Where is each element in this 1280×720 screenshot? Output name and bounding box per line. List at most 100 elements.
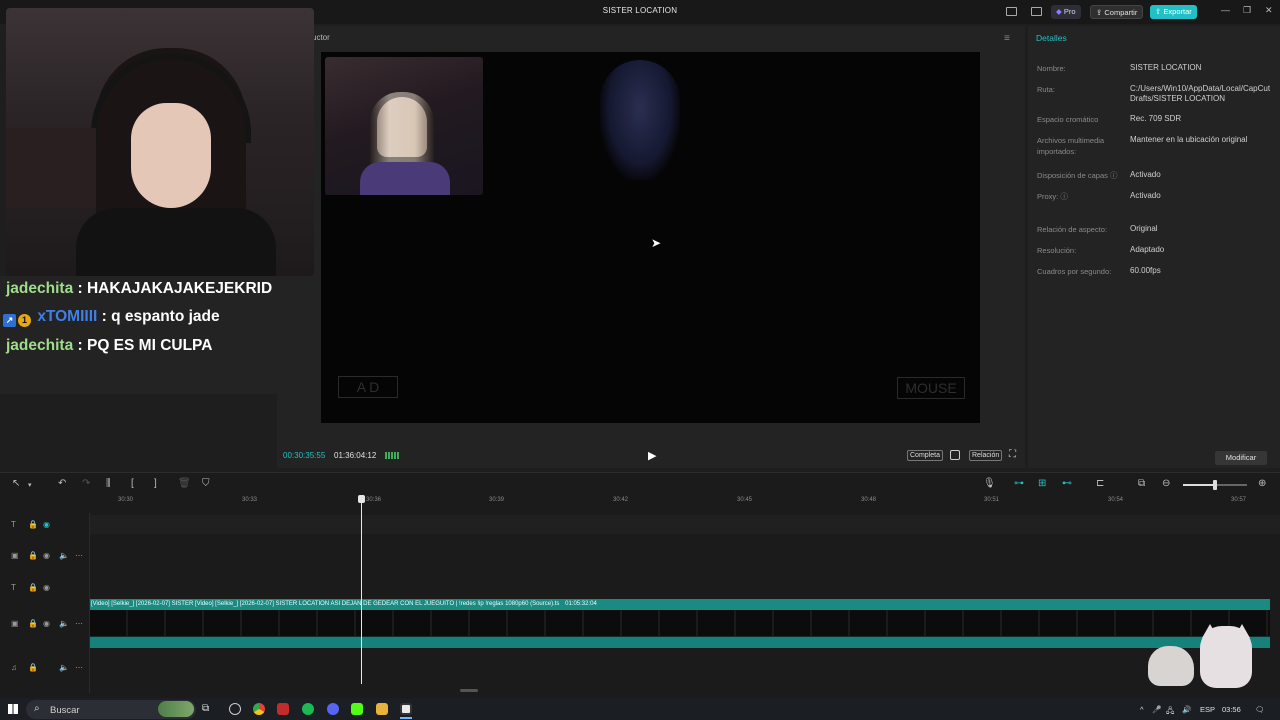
zoom-slider-handle[interactable] bbox=[1213, 480, 1217, 490]
detail-value-name: SISTER LOCATION bbox=[1130, 63, 1202, 72]
menu-icon[interactable]: ≡ bbox=[1004, 33, 1010, 44]
speaker-icon[interactable]: 🔈 bbox=[59, 663, 69, 672]
webcam-shelf bbox=[6, 128, 96, 208]
capcut-icon[interactable] bbox=[400, 703, 412, 715]
link-icon[interactable]: ⊷ bbox=[1062, 478, 1072, 489]
layout-icon[interactable] bbox=[1006, 7, 1017, 16]
webcam-overlay bbox=[6, 8, 314, 276]
modify-button[interactable]: Modificar bbox=[1215, 451, 1267, 465]
maximize-button[interactable]: ❐ bbox=[1243, 5, 1251, 16]
windows-start-icon[interactable] bbox=[8, 704, 18, 714]
detail-label-aspect: Relación de aspecto: bbox=[1037, 225, 1108, 234]
language-indicator[interactable]: ESP bbox=[1200, 705, 1215, 714]
trim-left-icon[interactable]: [ bbox=[131, 478, 134, 489]
capcut-window: SISTER LOCATION ◆ Pro ⇪ Compartir ⇧ Expo… bbox=[0, 0, 1280, 720]
chevron-up-icon[interactable]: ^ bbox=[1140, 705, 1144, 714]
text-track-lane[interactable] bbox=[90, 515, 1280, 534]
split-icon[interactable]: ⫼ bbox=[106, 478, 111, 489]
ruler-tick: 30:45 bbox=[737, 497, 753, 503]
eye-icon[interactable]: ◉ bbox=[43, 551, 50, 560]
minimize-button[interactable]: — bbox=[1221, 5, 1230, 15]
close-button[interactable]: ✕ bbox=[1265, 5, 1273, 16]
text-track-icon: T bbox=[11, 583, 16, 592]
trim-right-icon[interactable]: ] bbox=[154, 478, 157, 489]
animatronic-figure bbox=[600, 60, 680, 180]
waveform-icon[interactable] bbox=[385, 452, 399, 459]
volume-icon[interactable]: 🔊 bbox=[1182, 705, 1191, 714]
magnet-icon[interactable]: ⊞ bbox=[1038, 478, 1046, 489]
speaker-icon[interactable]: 🔈 bbox=[59, 619, 69, 628]
panel-icon[interactable] bbox=[1031, 7, 1042, 16]
app-icon-red[interactable] bbox=[277, 703, 289, 715]
file-explorer-icon[interactable] bbox=[376, 703, 388, 715]
zoom-out-icon[interactable]: ⊖ bbox=[1162, 478, 1170, 489]
cat-ear bbox=[1234, 624, 1250, 638]
kick-icon[interactable] bbox=[351, 703, 363, 715]
delete-icon[interactable]: 🗑 bbox=[178, 478, 191, 489]
lock-icon[interactable]: 🔒 bbox=[28, 619, 38, 628]
pro-button[interactable]: ◆ Pro bbox=[1051, 5, 1081, 19]
eye-icon[interactable]: ◉ bbox=[43, 583, 50, 592]
lock-icon[interactable]: 🔒 bbox=[28, 551, 38, 560]
pip-webcam bbox=[325, 57, 483, 195]
clock[interactable]: 03:56 bbox=[1222, 705, 1241, 714]
chat-message: jadechita : HAKAJAKAJAKEJEKRID bbox=[6, 280, 272, 298]
network-icon[interactable]: 🖧 bbox=[1166, 705, 1174, 718]
clip-label: [Video] [Selkie_] [2026-02-07] SISTER [V… bbox=[91, 601, 560, 607]
timeline-scrollbar[interactable] bbox=[460, 689, 478, 692]
ruler-tick: 30:54 bbox=[1108, 497, 1124, 503]
cat-ear bbox=[1202, 624, 1218, 638]
microphone-icon[interactable]: 🎙 bbox=[983, 478, 996, 489]
chrome-icon[interactable] bbox=[253, 703, 265, 715]
eye-icon[interactable]: ◉ bbox=[43, 619, 50, 628]
sub-badge-icon: 1 bbox=[18, 314, 31, 327]
time-ruler[interactable] bbox=[90, 494, 1280, 508]
marker-icon[interactable]: ⛉ bbox=[202, 478, 210, 489]
lock-icon[interactable]: 🔒 bbox=[28, 663, 38, 672]
redo-icon[interactable]: ↷ bbox=[82, 478, 90, 489]
detail-value-colorspace: Rec. 709 SDR bbox=[1130, 114, 1182, 123]
undo-icon[interactable]: ↶ bbox=[58, 478, 66, 489]
details-title: Detalles bbox=[1036, 33, 1067, 43]
preview-axis-icon[interactable]: ⊏ bbox=[1096, 478, 1104, 489]
zoom-slider[interactable] bbox=[1183, 480, 1247, 490]
clip-title-strip: [Video] [Selkie_] [2026-02-07] SISTER [V… bbox=[90, 599, 1270, 610]
ratio-button[interactable]: Relación bbox=[969, 450, 1003, 461]
zoom-slider-fill bbox=[1183, 484, 1215, 486]
crop-icon[interactable] bbox=[950, 450, 960, 460]
task-view-icon[interactable]: ⧉ bbox=[202, 703, 214, 715]
full-button[interactable]: Completa bbox=[907, 450, 943, 461]
spotify-icon[interactable] bbox=[302, 703, 314, 715]
microphone-tray-icon[interactable]: 🎤 bbox=[1152, 705, 1161, 714]
playhead[interactable] bbox=[361, 496, 362, 684]
discord-icon[interactable] bbox=[327, 703, 339, 715]
play-button[interactable]: ▶ bbox=[648, 449, 656, 462]
fullscreen-icon[interactable]: ⛶ bbox=[1009, 449, 1016, 460]
more-icon[interactable]: ⋯ bbox=[75, 551, 83, 560]
video-track-icon: ▣ bbox=[11, 619, 19, 628]
zoom-in-icon[interactable]: ⊕ bbox=[1258, 478, 1266, 489]
pip-shirt bbox=[360, 162, 450, 195]
chevron-down-icon[interactable]: ▾ bbox=[28, 481, 32, 489]
export-button[interactable]: ⇧ Exportar bbox=[1150, 5, 1197, 19]
active-app-indicator bbox=[400, 717, 412, 719]
lock-icon[interactable]: 🔒 bbox=[28, 520, 38, 529]
detail-value-aspect: Original bbox=[1130, 224, 1158, 233]
share-icon: ⇪ bbox=[1096, 8, 1103, 17]
eye-icon[interactable]: ◉ bbox=[43, 520, 50, 529]
link-main-track-icon[interactable]: ⊶ bbox=[1014, 478, 1024, 489]
more-icon[interactable]: ⋯ bbox=[75, 663, 83, 672]
playhead-handle[interactable] bbox=[358, 495, 365, 503]
detail-value-resolution: Adaptado bbox=[1130, 245, 1165, 254]
captions-icon[interactable]: ⧉ bbox=[1138, 478, 1145, 489]
more-icon[interactable]: ⋯ bbox=[75, 619, 83, 628]
obs-icon[interactable] bbox=[229, 703, 241, 715]
share-button[interactable]: ⇪ Compartir bbox=[1090, 5, 1144, 19]
lock-icon[interactable]: 🔒 bbox=[28, 583, 38, 592]
select-tool-icon[interactable]: ↖ bbox=[12, 478, 20, 489]
notification-icon[interactable]: 🗨 bbox=[1255, 705, 1265, 714]
speaker-icon[interactable]: 🔈 bbox=[59, 551, 69, 560]
clip-audio-waveform bbox=[90, 637, 1270, 648]
chat-message: jadechita : PQ ES MI CULPA bbox=[6, 337, 212, 355]
export-label: Exportar bbox=[1163, 7, 1192, 16]
